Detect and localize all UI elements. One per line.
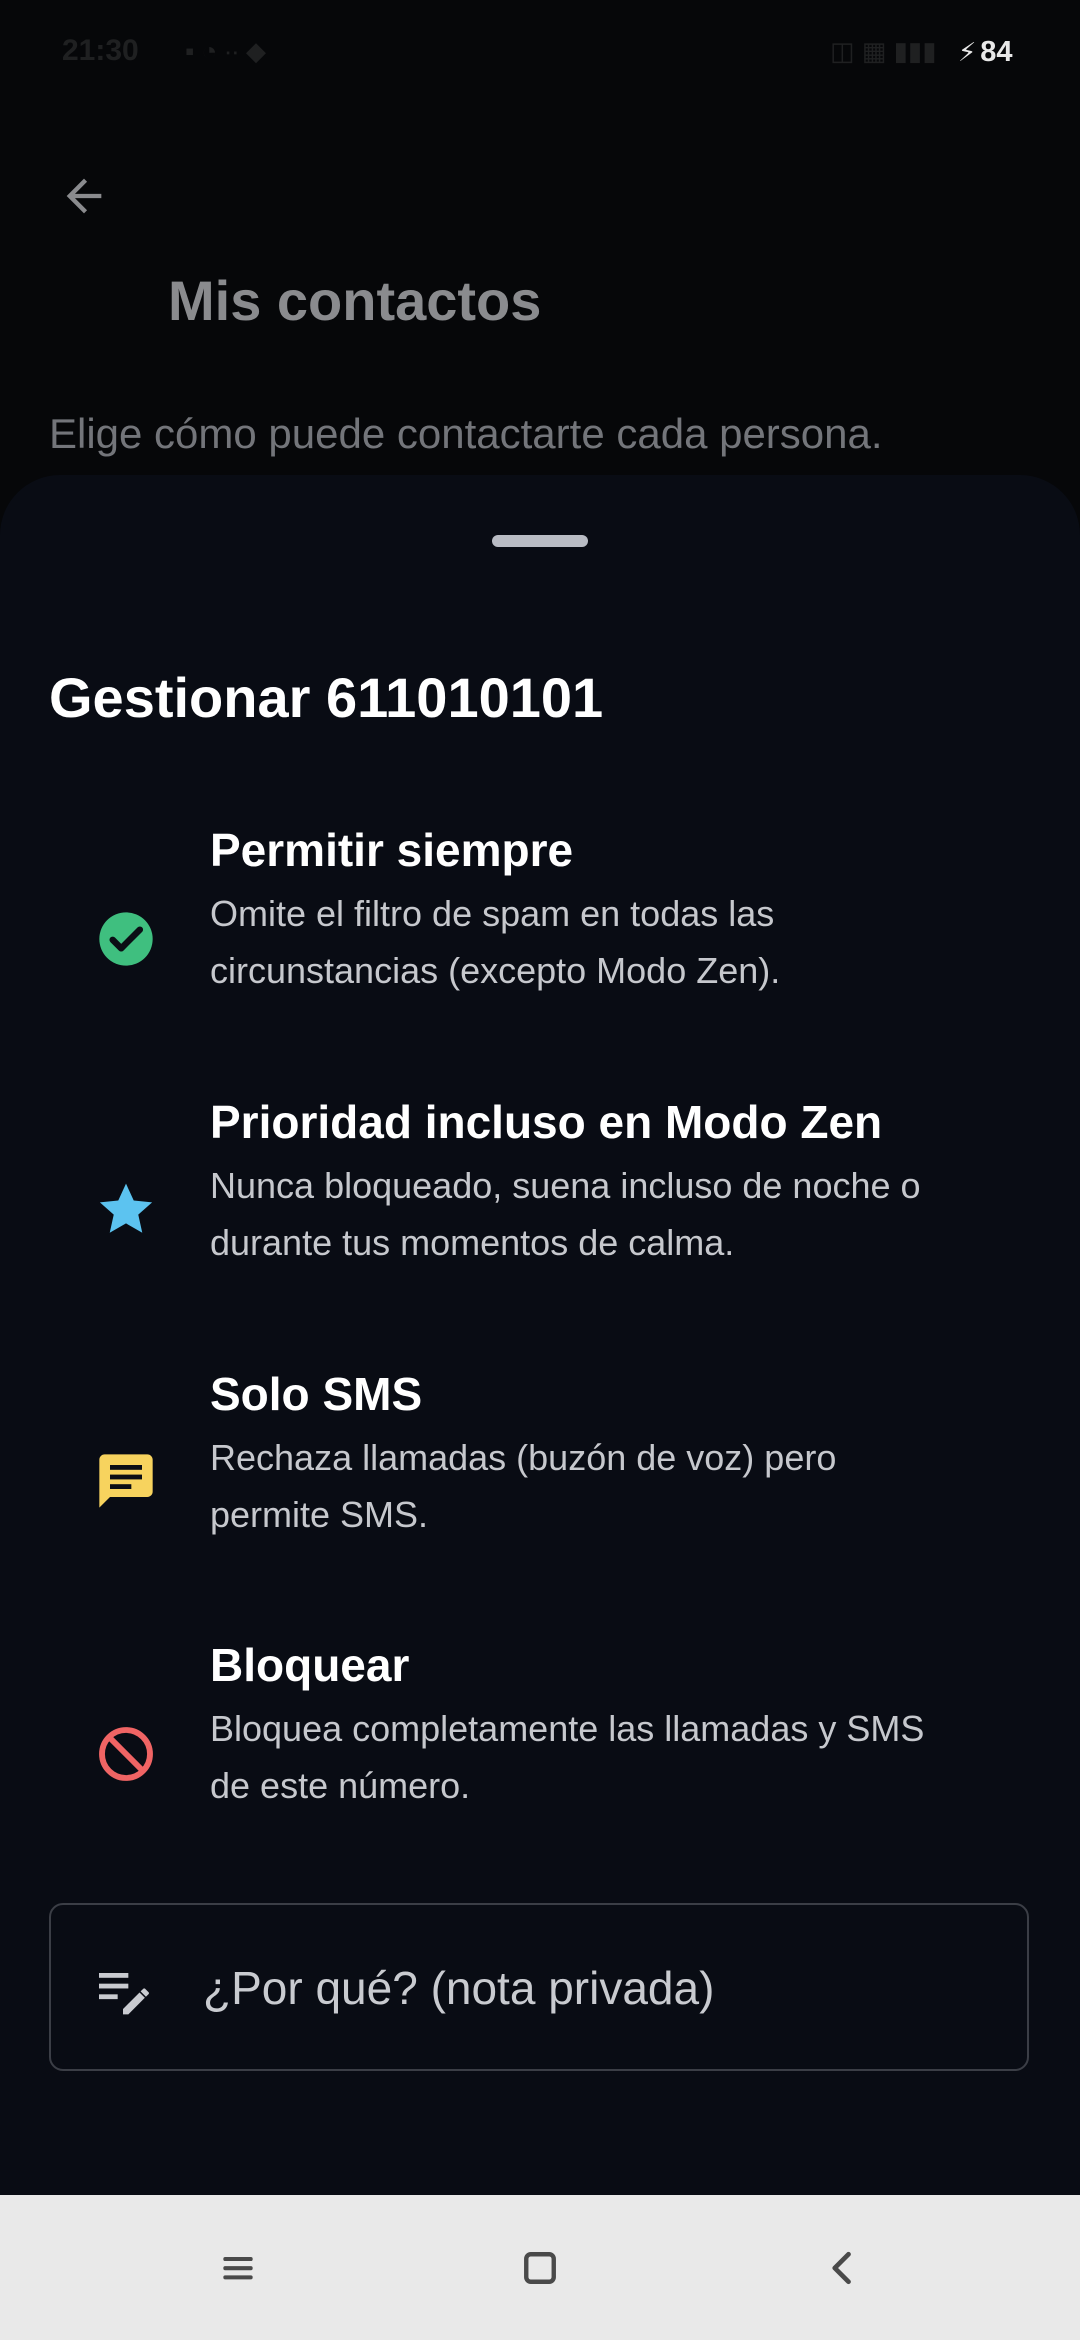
description-line: permite SMS. <box>210 1494 429 1535</box>
option-title: Solo SMS <box>210 1368 423 1420</box>
nav-back-button[interactable] <box>808 2233 878 2303</box>
option-title: Bloquear <box>210 1639 410 1691</box>
description-line: Nunca bloqueado, suena incluso de noche … <box>210 1165 921 1206</box>
battery-level: 84 <box>980 36 1013 68</box>
notification-icons: ▪ ◔ ∙∙ ◆ <box>185 36 267 66</box>
option-block[interactable]: Bloquear Bloquea completamente las llama… <box>0 1630 1080 1860</box>
description-line: Rechaza llamadas (buzón de voz) pero <box>210 1437 837 1478</box>
option-description: Nunca bloqueado, suena incluso de noche … <box>210 1157 1030 1271</box>
option-description: Omite el filtro de spam en todas las cir… <box>210 885 1030 999</box>
option-allow-always[interactable]: Permitir siempre Omite el filtro de spam… <box>0 815 1080 1045</box>
sheet-title: Gestionar 611010101 <box>49 666 604 729</box>
star-icon <box>92 1175 160 1243</box>
nav-menu-button[interactable] <box>203 2233 273 2303</box>
status-bar: 21:30 ▪ ◔ ∙∙ ◆ ◫ ▦ ▮▮▮ ⚡ 84 <box>0 0 1080 110</box>
description-line: durante tus momentos de calma. <box>210 1222 735 1263</box>
signal-icons: ◫ ▦ ▮▮▮ <box>830 36 937 66</box>
arrow-back-icon <box>66 178 102 214</box>
private-note-input[interactable]: ¿Por qué? (nota privada) <box>49 1903 1029 2071</box>
option-title: Prioridad incluso en Modo Zen <box>210 1096 883 1148</box>
page-subtitle: Elige cómo puede contactarte cada person… <box>49 410 883 457</box>
nav-home-button[interactable] <box>505 2233 575 2303</box>
description-line: circunstancias (excepto Modo Zen). <box>210 950 781 991</box>
option-sms-only[interactable]: Solo SMS Rechaza llamadas (buzón de voz)… <box>0 1359 1080 1589</box>
edit-note-icon <box>91 1957 155 2021</box>
description-line: Omite el filtro de spam en todas las <box>210 893 775 934</box>
check-circle-icon <box>92 905 160 973</box>
message-icon <box>92 1447 160 1515</box>
description-line: Bloquea completamente las llamadas y SMS <box>210 1708 925 1749</box>
charging-bolt-icon: ⚡ <box>958 37 977 67</box>
description-line: de este número. <box>210 1765 471 1806</box>
option-description: Rechaza llamadas (buzón de voz) pero per… <box>210 1429 1030 1543</box>
navigation-bar <box>0 2195 1080 2340</box>
battery-indicator: ⚡ 84 <box>958 36 1013 69</box>
menu-icon <box>223 2257 253 2280</box>
note-placeholder: ¿Por qué? (nota privada) <box>203 1962 715 2014</box>
status-time: 21:30 <box>62 34 139 67</box>
drag-handle[interactable] <box>492 535 588 547</box>
home-icon <box>524 2252 556 2284</box>
option-description: Bloquea completamente las llamadas y SMS… <box>210 1700 1030 1814</box>
option-title: Permitir siempre <box>210 824 574 876</box>
option-priority-zen[interactable]: Prioridad incluso en Modo Zen Nunca bloq… <box>0 1087 1080 1317</box>
bottom-sheet: Gestionar 611010101 Permitir siempre Omi… <box>0 475 1080 2195</box>
back-arrow-button[interactable] <box>48 160 120 232</box>
page-title: Mis contactos <box>168 269 542 332</box>
back-icon <box>832 2251 851 2285</box>
screen: 21:30 ▪ ◔ ∙∙ ◆ ◫ ▦ ▮▮▮ ⚡ 84 Mis contacto… <box>0 0 1080 2340</box>
block-icon <box>92 1720 160 1788</box>
